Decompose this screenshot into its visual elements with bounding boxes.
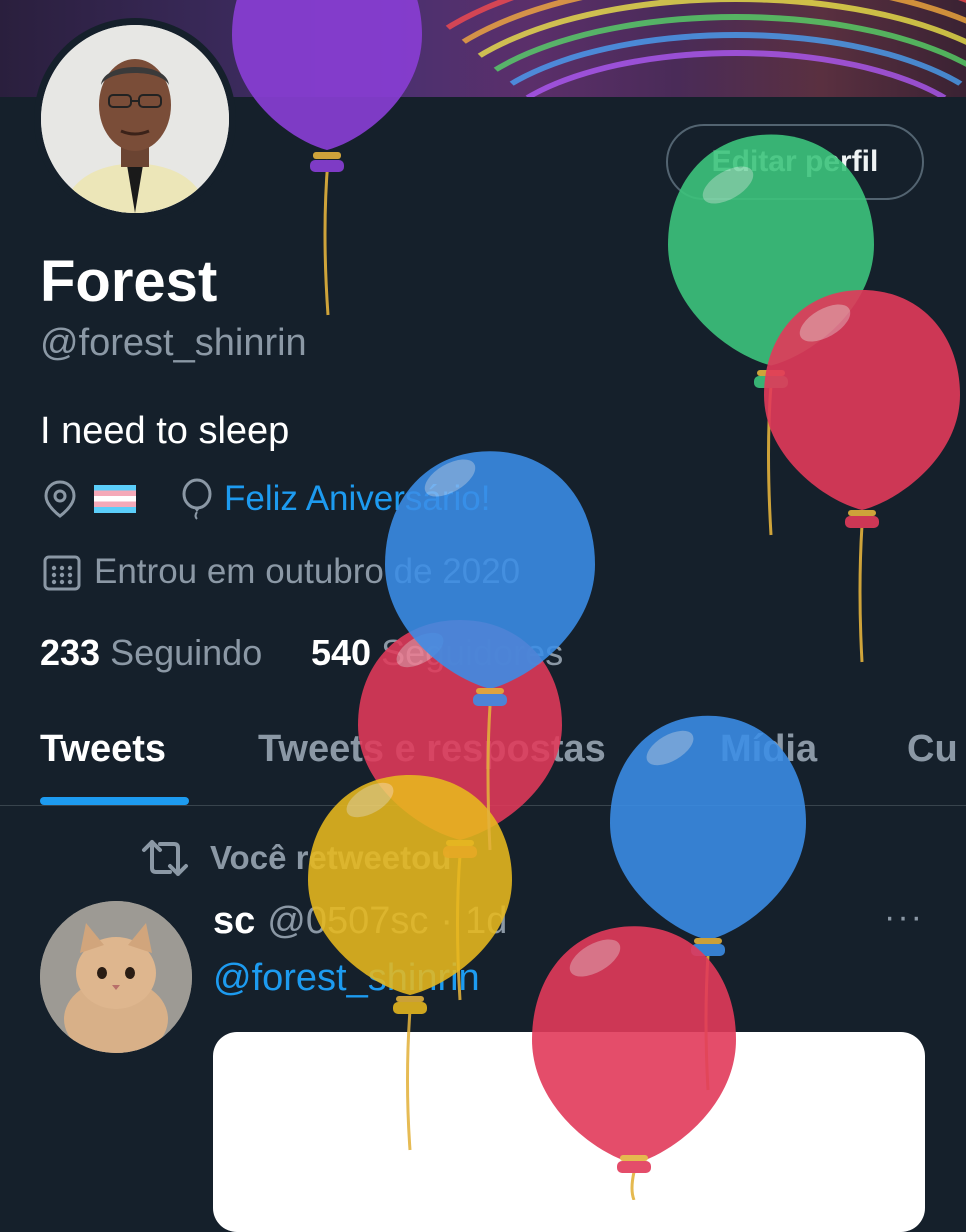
tweet-media-card[interactable] xyxy=(213,1032,925,1232)
retweet-label: Você retweetou xyxy=(210,839,452,876)
tab-tweets-replies[interactable]: Tweets e respostas xyxy=(258,728,606,771)
avatar-photo xyxy=(41,25,229,213)
following-stat[interactable]: 233 Seguindo xyxy=(40,632,262,674)
kitten-photo xyxy=(40,901,192,1053)
balloon-red xyxy=(764,290,960,663)
retweet-indicator: Você retweetou xyxy=(138,838,451,878)
tweet-separator: · xyxy=(440,900,454,942)
balloon-icon xyxy=(180,478,214,520)
tweet-author-handle[interactable]: @0507sc xyxy=(267,900,428,943)
profile-name: Forest xyxy=(40,249,218,314)
more-icon[interactable]: ··· xyxy=(884,898,924,937)
followers-stat[interactable]: 540 Seguidores xyxy=(311,632,563,674)
followers-count: 540 xyxy=(311,632,372,673)
tweet-author-name[interactable]: sc xyxy=(213,900,255,943)
following-label: Seguindo xyxy=(110,632,263,673)
following-count: 233 xyxy=(40,632,101,673)
tweet-author-avatar[interactable] xyxy=(40,901,192,1053)
active-tab-indicator xyxy=(40,797,189,805)
tweet-mention[interactable]: @forest_shinrin xyxy=(213,957,480,1000)
avatar-portrait xyxy=(41,25,229,213)
profile-handle: @forest_shinrin xyxy=(40,322,307,364)
retweet-icon xyxy=(138,838,192,878)
tweet-header: sc @0507sc · 1d xyxy=(213,900,507,943)
edit-profile-button[interactable]: Editar perfil xyxy=(666,124,924,200)
location-flag xyxy=(94,485,136,513)
tweet-time[interactable]: 1d xyxy=(465,900,507,943)
profile-avatar[interactable] xyxy=(34,18,236,220)
birthday-link[interactable]: Feliz Aniversário! xyxy=(224,479,490,519)
flag-icon xyxy=(94,485,136,513)
joined-date: Entrou em outubro de 2020 xyxy=(94,552,521,591)
location-pin-icon xyxy=(42,479,78,519)
tab-tweets[interactable]: Tweets xyxy=(40,728,166,771)
profile-bio: I need to sleep xyxy=(40,410,290,452)
joined-row: Entrou em outubro de 2020 xyxy=(42,552,520,592)
followers-label: Seguidores xyxy=(381,632,564,673)
tab-likes[interactable]: Cu xyxy=(907,728,958,771)
profile-meta-row: Feliz Aniversário! xyxy=(42,478,490,520)
calendar-icon xyxy=(42,552,82,592)
balloon-red xyxy=(358,620,562,1001)
tab-media[interactable]: Mídia xyxy=(720,728,817,771)
tabs-divider xyxy=(0,805,966,806)
